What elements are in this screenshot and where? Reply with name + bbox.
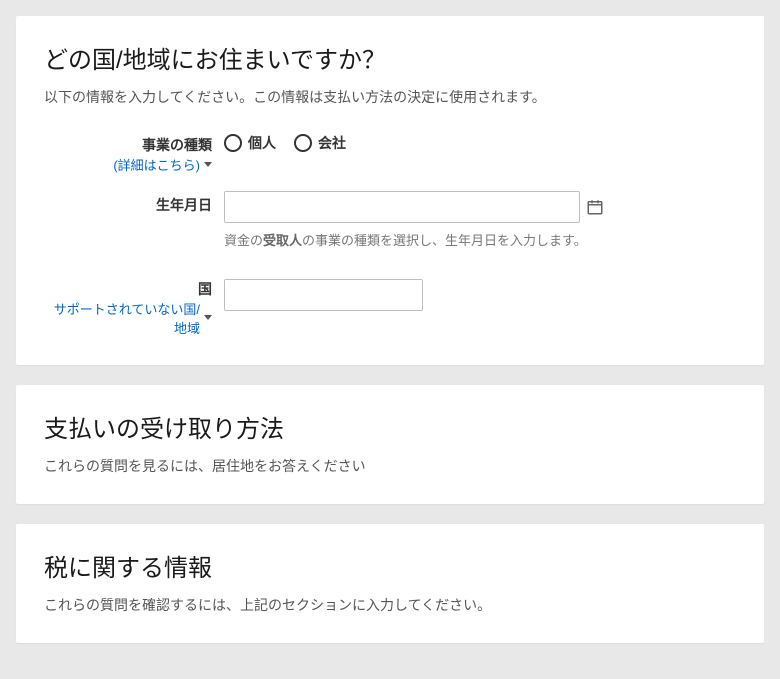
radio-individual[interactable]: 個人 <box>224 133 276 153</box>
radio-company[interactable]: 会社 <box>294 133 346 153</box>
birthdate-label: 生年月日 <box>44 195 212 215</box>
country-sublabel-text: サポートされていない国/地域 <box>44 299 200 337</box>
country-input-col <box>224 279 604 311</box>
calendar-icon[interactable] <box>586 198 604 216</box>
business-type-input-col: 個人 会社 <box>224 131 604 153</box>
country-row: 国 サポートされていない国/地域 <box>44 279 736 337</box>
unsupported-country-link[interactable]: サポートされていない国/地域 <box>44 299 212 337</box>
section2-title: 支払いの受け取り方法 <box>44 409 736 444</box>
radio-individual-label: 個人 <box>248 133 276 153</box>
section-payment-method: 支払いの受け取り方法 これらの質問を見るには、居住地をお答えください <box>16 385 764 504</box>
business-type-row: 事業の種類 (詳細はこちら) 個人 会社 <box>44 131 736 175</box>
section-country-residence: どの国/地域にお住まいですか？ 以下の情報を入力してください。この情報は支払い方… <box>16 16 764 365</box>
section-tax-info: 税に関する情報 これらの質問を確認するには、上記のセクションに入力してください。 <box>16 524 764 643</box>
country-label-col: 国 サポートされていない国/地域 <box>44 279 224 337</box>
radio-circle-icon <box>294 134 312 152</box>
business-type-details-link[interactable]: (詳細はこちら) <box>113 155 212 174</box>
business-type-label: 事業の種類 <box>44 135 212 155</box>
birthdate-input-col: 資金の受取人の事業の種類を選択し、生年月日を入力します。 <box>224 191 604 251</box>
business-type-label-col: 事業の種類 (詳細はこちら) <box>44 131 224 175</box>
birthdate-input-wrap <box>224 191 604 223</box>
country-input[interactable] <box>224 279 423 311</box>
country-label: 国 <box>44 279 212 299</box>
section3-desc: これらの質問を確認するには、上記のセクションに入力してください。 <box>44 595 736 615</box>
section1-desc: 以下の情報を入力してください。この情報は支払い方法の決定に使用されます。 <box>44 87 736 107</box>
help-bold: 受取人 <box>263 233 302 248</box>
section1-title: どの国/地域にお住まいですか？ <box>44 40 736 75</box>
chevron-down-icon <box>204 162 212 167</box>
birthdate-input[interactable] <box>224 191 580 223</box>
help-prefix: 資金の <box>224 233 263 248</box>
radio-circle-icon <box>224 134 242 152</box>
business-type-sublabel-text: (詳細はこちら) <box>113 155 200 174</box>
section2-desc: これらの質問を見るには、居住地をお答えください <box>44 456 736 476</box>
birthdate-row: 生年月日 資金の受取人の事業の種類を選択し、生年月日を入力します。 <box>44 191 736 251</box>
business-type-radio-group: 個人 会社 <box>224 131 604 153</box>
birthdate-label-col: 生年月日 <box>44 191 224 215</box>
help-suffix: の事業の種類を選択し、生年月日を入力します。 <box>302 233 587 248</box>
radio-company-label: 会社 <box>318 133 346 153</box>
section3-title: 税に関する情報 <box>44 548 736 583</box>
birthdate-help-text: 資金の受取人の事業の種類を選択し、生年月日を入力します。 <box>224 231 604 251</box>
chevron-down-icon <box>204 315 212 320</box>
